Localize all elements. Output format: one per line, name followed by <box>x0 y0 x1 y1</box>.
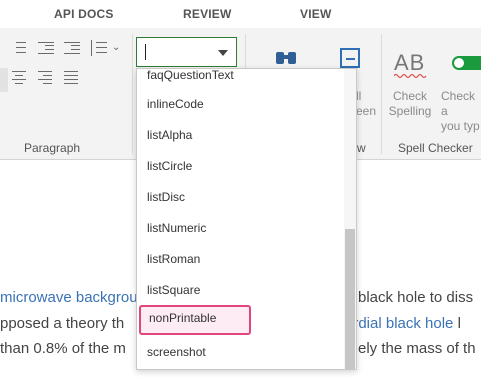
chevron-down-icon[interactable] <box>218 50 228 56</box>
dropdown-option[interactable]: faqQuestionText <box>147 69 234 82</box>
dropdown-option[interactable]: listCircle <box>147 159 192 173</box>
fullscreen-button-label[interactable]: ll een <box>356 89 376 119</box>
increase-indent-icon[interactable] <box>64 41 80 55</box>
dropdown-option[interactable]: listSquare <box>147 283 200 297</box>
text-caret <box>145 44 146 60</box>
paragraph-group-label: Paragraph <box>24 141 81 155</box>
dropdown-option[interactable]: listAlpha <box>147 128 192 142</box>
document-link[interactable]: ordial black hole <box>345 315 453 332</box>
check-spelling-button[interactable]: Check Spelling <box>384 89 436 119</box>
document-line-2: pposed a theory th ordial black hole l <box>0 315 461 332</box>
tab-api-docs[interactable]: API DOCS <box>54 7 114 21</box>
dropdown-option[interactable]: listRoman <box>147 252 200 266</box>
document-link[interactable]: microwave backgrou <box>0 289 138 306</box>
align-justify-icon[interactable] <box>64 70 78 84</box>
document-line-3: than 0.8% of the m ely the mass of th <box>0 340 476 357</box>
document-line-1: microwave backgrou black hole to diss <box>0 289 474 306</box>
spell-checker-group-label: Spell Checker <box>398 141 473 155</box>
decrease-indent-icon[interactable] <box>38 41 54 55</box>
editor-window: API DOCS REVIEW VIEW ⌄ Paragraph ll een … <box>0 0 481 377</box>
align-center-icon[interactable] <box>12 70 26 84</box>
squiggle-underline-icon <box>394 73 427 79</box>
dropdown-scrollbar[interactable] <box>344 69 356 369</box>
dropdown-option-selected[interactable]: nonPrintable <box>139 305 251 335</box>
group-divider <box>381 34 382 154</box>
check-as-you-type-button[interactable]: Check a you typ <box>441 89 481 134</box>
dropdown-option[interactable]: listNumeric <box>147 221 206 235</box>
chevron-down-icon[interactable]: ⌄ <box>112 43 122 53</box>
align-right-icon[interactable] <box>38 70 52 84</box>
view-group-label: w <box>357 141 366 155</box>
tab-review[interactable]: REVIEW <box>183 7 232 21</box>
group-divider <box>132 34 133 154</box>
dropdown-option[interactable]: screenshot <box>147 345 206 359</box>
align-left-button[interactable] <box>0 68 8 92</box>
line-spacing-icon[interactable] <box>89 40 107 56</box>
scrollbar-thumb[interactable] <box>345 229 355 369</box>
style-select[interactable] <box>136 37 237 67</box>
ribbon-tab-bar: API DOCS REVIEW VIEW <box>0 0 481 28</box>
dropdown-option[interactable]: inlineCode <box>147 97 204 111</box>
dropdown-option[interactable]: listDisc <box>147 190 185 204</box>
toggle-switch[interactable] <box>452 56 481 70</box>
fullscreen-icon[interactable] <box>340 48 360 68</box>
bullet-list-icon[interactable] <box>12 41 26 55</box>
style-dropdown-list[interactable]: faqQuestionText inlineCode listAlpha lis… <box>136 68 357 370</box>
tab-view[interactable]: VIEW <box>300 7 331 21</box>
binoculars-icon[interactable] <box>276 50 296 64</box>
check-spelling-icon[interactable]: AB <box>394 50 428 79</box>
